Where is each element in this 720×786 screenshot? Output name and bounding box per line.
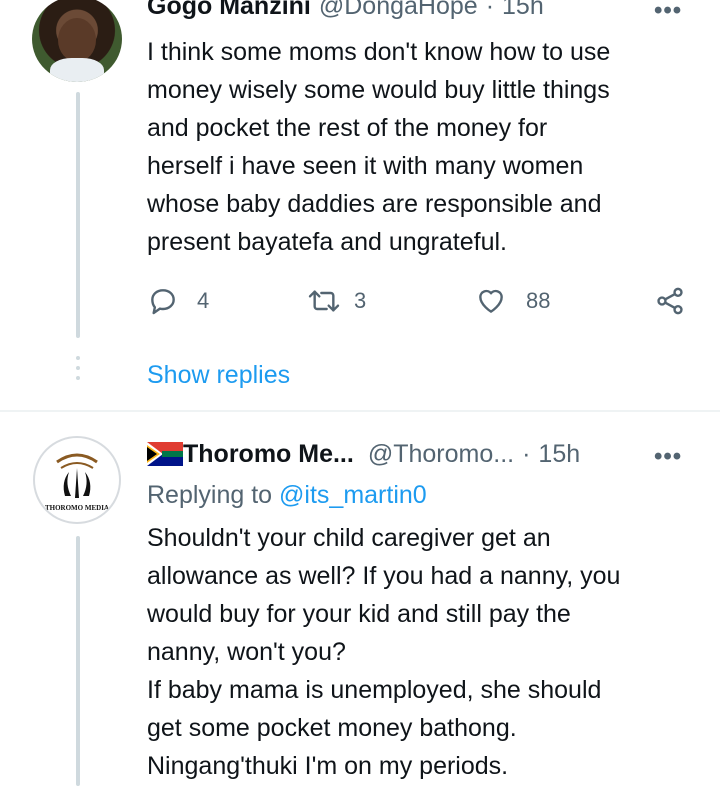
timestamp[interactable]: 15h xyxy=(538,440,580,469)
tweet-line: herself i have seen it with many women xyxy=(147,152,584,180)
tweet-line: If baby mama is unemployed, she should xyxy=(147,676,602,704)
tweet-line: present bayatefa and ungrateful. xyxy=(147,228,507,256)
thread-line xyxy=(76,536,80,786)
retweet-button[interactable]: 3 xyxy=(306,285,366,317)
reply-count: 4 xyxy=(197,288,210,313)
divider xyxy=(0,410,720,412)
like-count: 88 xyxy=(526,288,551,313)
tweet-header: Gogo Manzini @DongaHope · 15h xyxy=(147,0,544,21)
display-name[interactable]: Thoromo Me... xyxy=(183,440,354,469)
tweet-line: and pocket the rest of the money for xyxy=(147,114,548,142)
tweet-line: nanny, won't you? xyxy=(147,638,346,666)
retweet-count: 3 xyxy=(354,288,367,313)
replying-to-handle[interactable]: @its_martin0 xyxy=(279,481,427,509)
avatar[interactable]: THOROMO MEDIA xyxy=(33,436,121,524)
reply-button[interactable]: 4 xyxy=(147,285,209,317)
handle[interactable]: @DongaHope xyxy=(319,0,478,21)
reply-icon xyxy=(151,289,175,315)
retweet-icon xyxy=(308,290,340,312)
tweet-line: Ningang'thuki I'm on my periods. xyxy=(147,752,509,780)
heart-icon xyxy=(479,289,503,313)
thread-line xyxy=(76,92,80,338)
avatar-logo-text: THOROMO MEDIA xyxy=(45,504,109,512)
tweet-line: get some pocket money bathong. xyxy=(147,714,517,742)
thread-dots xyxy=(76,356,80,380)
more-icon[interactable]: ••• xyxy=(654,0,682,25)
replying-to-label: Replying to xyxy=(147,481,273,509)
more-icon[interactable]: ••• xyxy=(654,443,682,471)
show-replies-link[interactable]: Show replies xyxy=(147,361,290,390)
avatar[interactable] xyxy=(32,0,122,82)
separator: · xyxy=(522,439,531,468)
share-icon xyxy=(657,287,683,315)
replying-to: Replying to @its_martin0 xyxy=(147,481,427,510)
tweet-body: I think some moms don't know how to use … xyxy=(147,33,610,261)
tweet-body: Shouldn't your child caregiver get an al… xyxy=(147,519,620,785)
handle[interactable]: @Thoromo... xyxy=(368,440,514,469)
tweet-line: whose baby daddies are responsible and xyxy=(147,190,602,218)
timestamp[interactable]: 15h xyxy=(502,0,544,21)
tweet-line: would buy for your kid and still pay the xyxy=(147,600,571,628)
separator: · xyxy=(485,0,495,20)
tweet-header: Thoromo Me... @Thoromo... · 15h xyxy=(147,438,580,470)
share-button[interactable] xyxy=(654,285,686,322)
south-africa-flag-icon xyxy=(147,442,183,466)
tweet-line: Shouldn't your child caregiver get an xyxy=(147,524,551,552)
display-name[interactable]: Gogo Manzini xyxy=(147,0,311,21)
like-button[interactable]: 88 xyxy=(474,285,550,317)
tweet-line: money wisely some would buy little thing… xyxy=(147,76,610,104)
tweet-line: allowance as well? If you had a nanny, y… xyxy=(147,562,621,590)
tweet-line: I think some moms don't know how to use xyxy=(147,38,611,66)
